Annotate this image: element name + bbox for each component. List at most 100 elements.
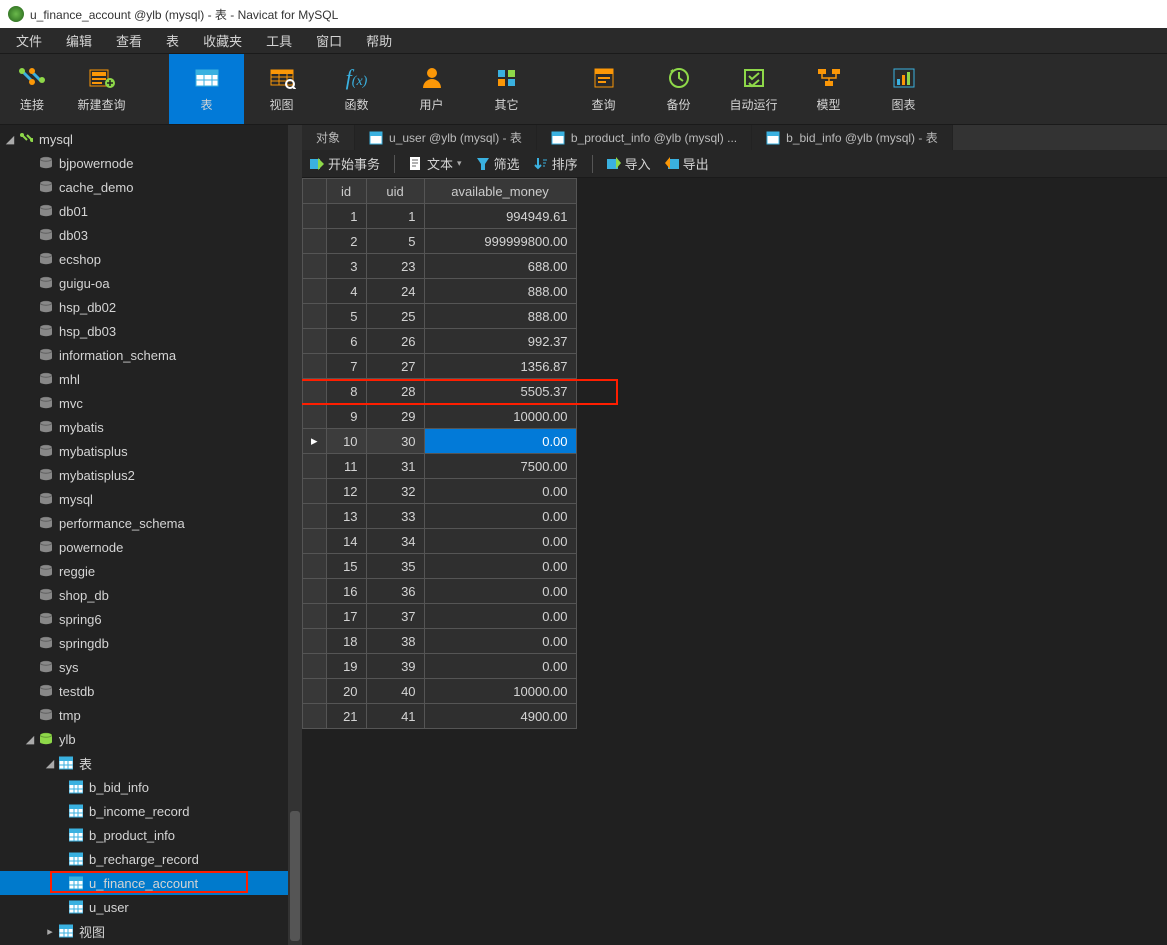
tree-db-item[interactable]: springdb — [0, 631, 288, 655]
cell-id[interactable]: 4 — [326, 279, 366, 304]
cell-id[interactable]: 18 — [326, 629, 366, 654]
begin-tx-button[interactable]: 开始事务 — [310, 154, 380, 173]
tab-product-info[interactable]: b_product_info @ylb (mysql) ... — [537, 125, 752, 150]
cell-id[interactable]: 20 — [326, 679, 366, 704]
cell-money[interactable]: 0.00 — [424, 604, 576, 629]
cell-money[interactable]: 10000.00 — [424, 679, 576, 704]
cell-uid[interactable]: 39 — [366, 654, 424, 679]
cell-money[interactable]: 992.37 — [424, 329, 576, 354]
tree-db-item[interactable]: tmp — [0, 703, 288, 727]
tree-table-item[interactable]: u_user — [0, 895, 288, 919]
data-row[interactable]: 9 29 10000.00 — [303, 404, 577, 429]
tree-db-item[interactable]: mysql — [0, 487, 288, 511]
tree-db-item[interactable]: mvc — [0, 391, 288, 415]
cell-id[interactable]: 21 — [326, 704, 366, 729]
cell-id[interactable]: 8 — [326, 379, 366, 404]
tree-db-item[interactable]: cache_demo — [0, 175, 288, 199]
cell-money[interactable]: 994949.61 — [424, 204, 576, 229]
data-row[interactable]: 1 1 994949.61 — [303, 204, 577, 229]
tree-db-item[interactable]: hsp_db03 — [0, 319, 288, 343]
tree-db-item[interactable]: reggie — [0, 559, 288, 583]
tree-db-item[interactable]: db01 — [0, 199, 288, 223]
col-header-id[interactable]: id — [326, 179, 366, 204]
tree-db-item[interactable]: mybatisplus2 — [0, 463, 288, 487]
cell-money[interactable]: 7500.00 — [424, 454, 576, 479]
cell-id[interactable]: 5 — [326, 304, 366, 329]
data-row[interactable]: 17 37 0.00 — [303, 604, 577, 629]
tab-u-user[interactable]: u_user @ylb (mysql) - 表 — [355, 125, 537, 150]
cell-money[interactable]: 0.00 — [424, 529, 576, 554]
tree-db-item[interactable]: sys — [0, 655, 288, 679]
menu-table[interactable]: 表 — [154, 29, 191, 52]
menu-fav[interactable]: 收藏夹 — [191, 29, 254, 52]
cell-money[interactable]: 0.00 — [424, 654, 576, 679]
cell-money[interactable]: 888.00 — [424, 304, 576, 329]
tree-db-item[interactable]: db03 — [0, 223, 288, 247]
data-row[interactable]: 3 23 688.00 — [303, 254, 577, 279]
cell-money[interactable]: 688.00 — [424, 254, 576, 279]
cell-uid[interactable]: 28 — [366, 379, 424, 404]
col-header-uid[interactable]: uid — [366, 179, 424, 204]
menu-edit[interactable]: 编辑 — [54, 29, 104, 52]
cell-id[interactable]: 6 — [326, 329, 366, 354]
cell-uid[interactable]: 32 — [366, 479, 424, 504]
tool-connect[interactable]: 连接 — [0, 54, 64, 124]
cell-money[interactable]: 888.00 — [424, 279, 576, 304]
tool-other[interactable]: 其它 — [469, 54, 544, 124]
tree-table-item[interactable]: b_income_record — [0, 799, 288, 823]
data-row[interactable]: 7 27 1356.87 — [303, 354, 577, 379]
tree-db-item[interactable]: spring6 — [0, 607, 288, 631]
tab-bid-info[interactable]: b_bid_info @ylb (mysql) - 表 — [752, 125, 953, 150]
data-grid[interactable]: id uid available_money 1 1 994949.61 2 5… — [302, 178, 577, 729]
data-row[interactable]: 15 35 0.00 — [303, 554, 577, 579]
tree-db-item[interactable]: bjpowernode — [0, 151, 288, 175]
data-row[interactable]: 14 34 0.00 — [303, 529, 577, 554]
cell-money[interactable]: 0.00 — [424, 479, 576, 504]
cell-uid[interactable]: 34 — [366, 529, 424, 554]
cell-id[interactable]: 1 — [326, 204, 366, 229]
cell-uid[interactable]: 30 — [366, 429, 424, 454]
cell-money[interactable]: 5505.37 — [424, 379, 576, 404]
cell-uid[interactable]: 24 — [366, 279, 424, 304]
cell-id[interactable]: 16 — [326, 579, 366, 604]
menu-help[interactable]: 帮助 — [354, 29, 404, 52]
cell-id[interactable]: 10 — [326, 429, 366, 454]
export-button[interactable]: 导出 — [665, 154, 709, 173]
tree-db-item[interactable]: mybatis — [0, 415, 288, 439]
tool-newquery[interactable]: 新建查询 — [64, 54, 139, 124]
text-view-button[interactable]: 文本 ▾ — [409, 154, 462, 173]
cell-uid[interactable]: 27 — [366, 354, 424, 379]
cell-id[interactable]: 2 — [326, 229, 366, 254]
tool-table[interactable]: 表 — [169, 54, 244, 124]
tree-db-ylb[interactable]: ◢ylb — [0, 727, 288, 751]
tree-db-item[interactable]: performance_schema — [0, 511, 288, 535]
cell-id[interactable]: 19 — [326, 654, 366, 679]
tree-db-item[interactable]: hsp_db02 — [0, 295, 288, 319]
cell-id[interactable]: 3 — [326, 254, 366, 279]
cell-money[interactable]: 1356.87 — [424, 354, 576, 379]
cell-uid[interactable]: 41 — [366, 704, 424, 729]
cell-money[interactable]: 10000.00 — [424, 404, 576, 429]
data-row[interactable]: 6 26 992.37 — [303, 329, 577, 354]
tool-view[interactable]: 视图 — [244, 54, 319, 124]
col-header-money[interactable]: available_money — [424, 179, 576, 204]
cell-uid[interactable]: 26 — [366, 329, 424, 354]
data-row[interactable]: 5 25 888.00 — [303, 304, 577, 329]
tree-db-item[interactable]: shop_db — [0, 583, 288, 607]
cell-money[interactable]: 0.00 — [424, 504, 576, 529]
cell-uid[interactable]: 29 — [366, 404, 424, 429]
cell-money[interactable]: 0.00 — [424, 429, 576, 454]
cell-id[interactable]: 11 — [326, 454, 366, 479]
filter-button[interactable]: 筛选 — [476, 154, 520, 173]
cell-uid[interactable]: 25 — [366, 304, 424, 329]
tree-table-item[interactable]: u_finance_account — [0, 871, 288, 895]
cell-id[interactable]: 13 — [326, 504, 366, 529]
menu-view[interactable]: 查看 — [104, 29, 154, 52]
data-row[interactable]: 8 28 5505.37 — [303, 379, 577, 404]
tool-user[interactable]: 用户 — [394, 54, 469, 124]
tree-tables-group[interactable]: ◢表 — [0, 751, 288, 775]
import-button[interactable]: 导入 — [607, 154, 651, 173]
data-row[interactable]: 11 31 7500.00 — [303, 454, 577, 479]
cell-id[interactable]: 12 — [326, 479, 366, 504]
tool-query[interactable]: 查询 — [566, 54, 641, 124]
